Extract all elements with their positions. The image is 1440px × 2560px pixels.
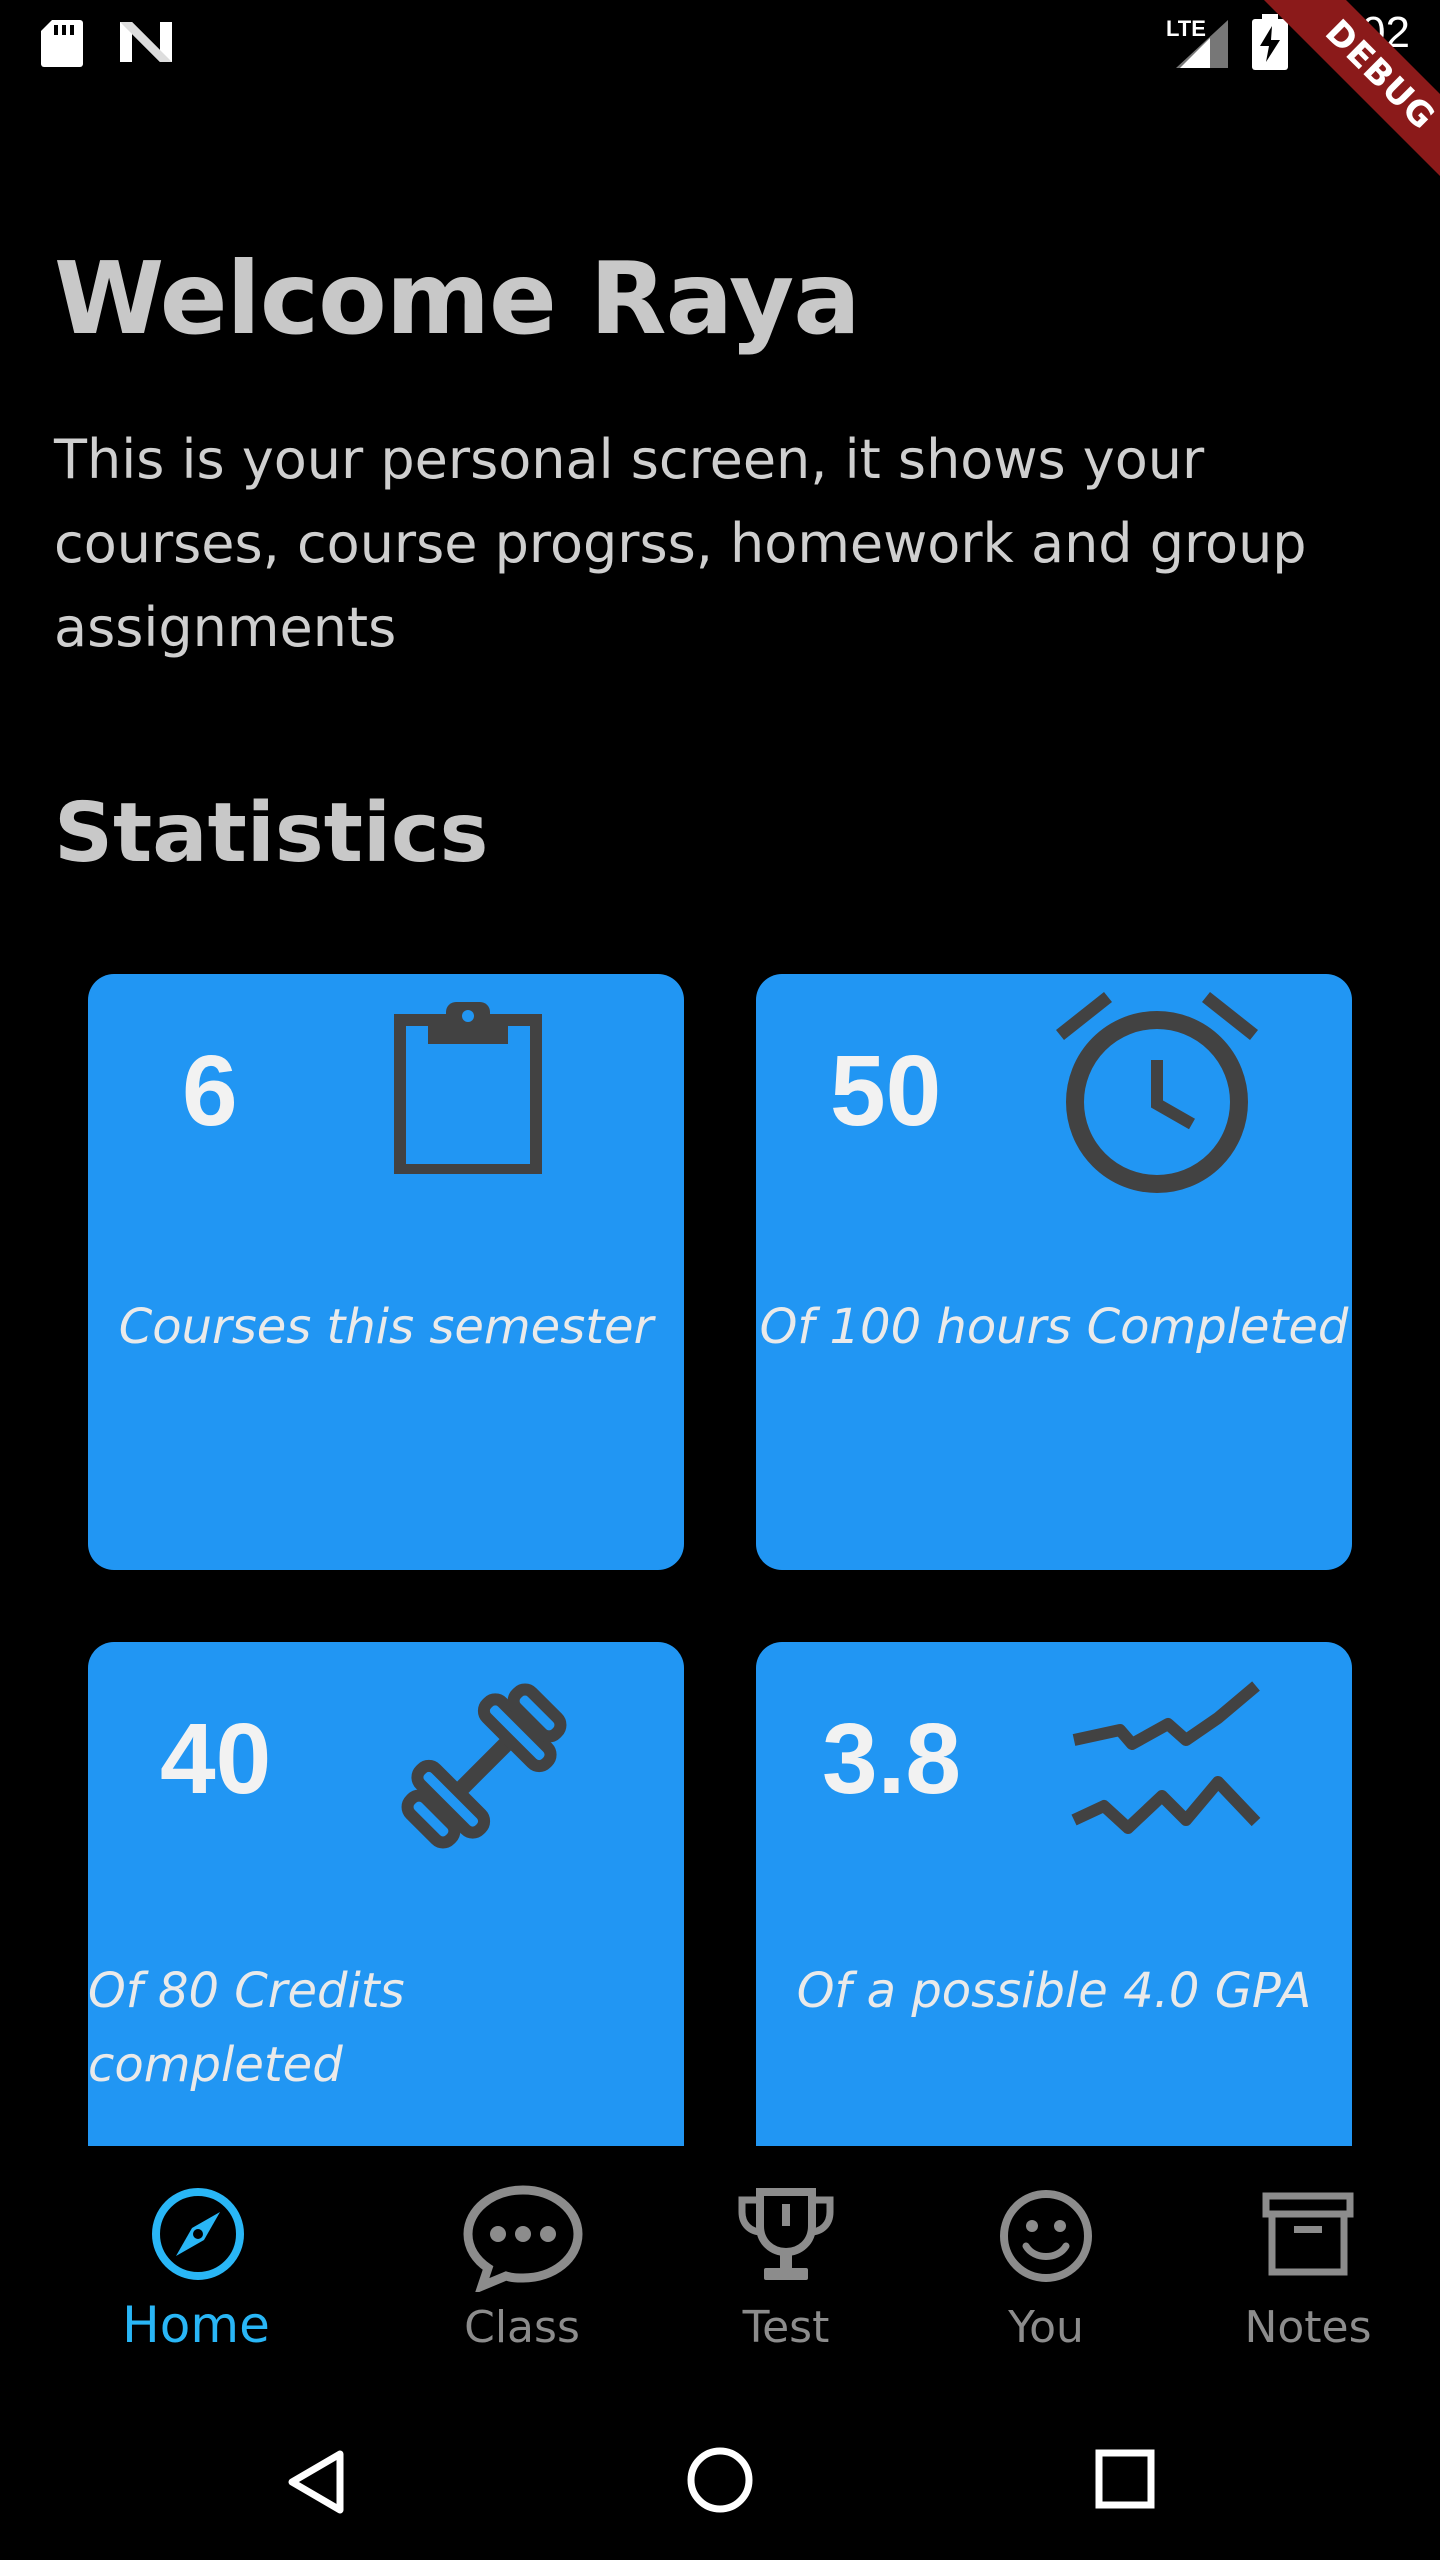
alarm-clock-icon: [1056, 992, 1258, 1193]
stat-value: 40: [160, 1703, 272, 1815]
nav-label: Notes: [1244, 2302, 1372, 2353]
stat-value: 6: [182, 1035, 238, 1147]
stat-label: Of 100 hours Completed: [759, 1299, 1349, 1355]
stat-card-gpa[interactable]: 3.8 Of a possible 4.0 GPA: [756, 1642, 1352, 2146]
nav-item-class[interactable]: Class: [422, 2146, 622, 2396]
page-title: Welcome Raya: [54, 240, 861, 357]
archive-box-icon: [1262, 2192, 1354, 2276]
back-icon[interactable]: [284, 2448, 348, 2516]
stat-label: Courses this semester: [118, 1299, 654, 1355]
n-logo-icon: [120, 22, 172, 62]
nav-label: Home: [122, 2296, 270, 2354]
bottom-navigation: Home Class Test You Notes: [0, 2146, 1440, 2396]
stat-value: 50: [830, 1035, 942, 1147]
nav-item-test[interactable]: Test: [686, 2146, 886, 2396]
smiley-icon: [1000, 2190, 1092, 2282]
status-bar: LTE 8:02: [0, 0, 1440, 84]
nav-label: Class: [464, 2302, 580, 2353]
dumbbell-icon: [401, 1683, 567, 1849]
nav-item-you[interactable]: You: [946, 2146, 1146, 2396]
compass-icon: [152, 2188, 244, 2280]
stat-card-hours[interactable]: 50 Of 100 hours Completed: [756, 974, 1352, 1570]
stat-value: 3.8: [822, 1703, 962, 1815]
chat-bubble-icon: [463, 2185, 583, 2292]
nav-item-notes[interactable]: Notes: [1208, 2146, 1408, 2396]
stat-card-courses[interactable]: 6 Courses this semester: [88, 974, 684, 1570]
stat-label: Of 80 Credits completed: [88, 1963, 405, 2093]
battery-charging-icon: [1252, 14, 1288, 70]
intro-description: This is your personal screen, it shows y…: [54, 428, 1307, 659]
stat-card-credits[interactable]: 40 Of 80 Credits completed: [88, 1642, 684, 2146]
recents-square-icon[interactable]: [1094, 2448, 1156, 2510]
signal-icon: [1176, 20, 1228, 68]
nav-label: Test: [742, 2302, 830, 2353]
home-circle-icon[interactable]: [686, 2446, 754, 2514]
stat-label: Of a possible 4.0 GPA: [796, 1963, 1312, 2019]
clipboard-icon: [394, 1002, 542, 1174]
statistics-heading: Statistics: [54, 786, 489, 881]
system-navigation-bar: [0, 2396, 1440, 2560]
nav-label: You: [1008, 2302, 1084, 2353]
trophy-icon: [738, 2188, 834, 2280]
nav-item-home[interactable]: Home: [96, 2146, 296, 2396]
sd-card-icon: [41, 20, 83, 67]
trend-lines-icon: [1071, 1681, 1261, 1834]
